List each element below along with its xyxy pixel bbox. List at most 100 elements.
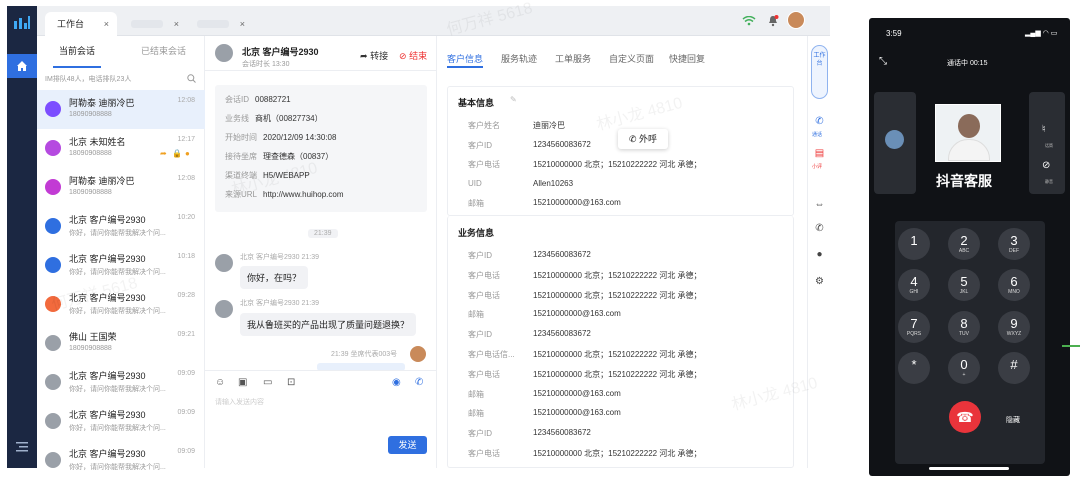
tab-close-icon[interactable]: × [104, 12, 109, 36]
call-icon[interactable]: ✆ [415, 377, 423, 388]
key-digit: 9 [1010, 316, 1018, 331]
keypad-key[interactable]: 3 DEF [998, 228, 1030, 260]
conversation-preview: 你好，请问你能帮我解决个问... [69, 464, 166, 471]
outbound-call-button[interactable]: ✆ 外呼 [618, 129, 668, 149]
chat-bubble-icon[interactable]: ● [813, 249, 826, 262]
list-item[interactable]: 北京 客户编号2930 你好，请问你能帮我解决个问... 09:09 [37, 402, 205, 441]
keypad-key[interactable]: 2 ABC [948, 228, 980, 260]
queue-status: IM排队48人，电话排队23人 [45, 76, 132, 83]
bell-icon[interactable] [767, 15, 779, 27]
menu-icon[interactable] [16, 442, 28, 452]
tab-current-conversations[interactable]: 当前会话 [59, 44, 95, 57]
transfer-icon[interactable]: ➦ [160, 149, 167, 158]
channel-icon [45, 413, 61, 429]
review-icon[interactable]: ▤ [813, 148, 826, 161]
phone-panel-icon[interactable]: ✆ [813, 116, 826, 129]
keypad-key[interactable]: 5 JKL [948, 269, 980, 301]
conversation-preview: 你好，请问你能帮我解决个问... [69, 308, 166, 315]
send-button[interactable]: 发送 [388, 436, 427, 454]
key-digit: 7 [910, 316, 918, 331]
conversation-name: 北京 客户编号2930 [69, 449, 146, 459]
list-item[interactable]: 阿勒泰 迪丽冷巴 18090908888 12:08 [37, 90, 205, 129]
phone-icon: ✆ [628, 134, 637, 144]
keypad-key[interactable]: 1 [898, 228, 930, 260]
home-nav-button[interactable] [7, 54, 37, 78]
workbench-toggle-button[interactable]: 工作台 [811, 45, 828, 99]
channel-icon [45, 101, 61, 117]
tab-workbench[interactable]: 工作台 × [45, 12, 117, 36]
image-icon[interactable]: ▣ [238, 377, 247, 388]
conversation-name: 北京 客户编号2930 [69, 410, 146, 420]
conversation-time: 09:09 [177, 448, 195, 455]
field-value: 15210000000 北京；15210222222 河北 承德； [533, 290, 702, 300]
microphone-icon[interactable]: ♮ [1042, 124, 1046, 135]
quick-reply-icon[interactable]: ◉ [392, 377, 401, 388]
callback-icon[interactable]: ✆ [813, 223, 826, 236]
tab-custom-page[interactable]: 自定义页面 [609, 52, 654, 65]
list-item[interactable]: 阿勒泰 迪丽冷巴 18090908888 12:08 [37, 168, 205, 207]
home-icon [17, 61, 27, 71]
transfer-arrows-icon[interactable]: ⇔ [813, 199, 826, 212]
tab-ticket-service[interactable]: 工单服务 [555, 52, 591, 65]
list-item[interactable]: 北京 客户编号2930 你好，请问你能帮我解决个问... 09:09 [37, 441, 205, 480]
keypad-key[interactable]: 0 + [948, 352, 980, 384]
key-digit: 5 [960, 274, 968, 289]
list-item[interactable]: 北京 客户编号2930 你好，请问你能帮我解决个问... 09:09 [37, 363, 205, 402]
settings-gear-icon[interactable]: ⚙ [813, 276, 826, 289]
keypad-key[interactable]: # [998, 352, 1030, 384]
phone-time: 3:59 [886, 29, 902, 38]
lock-icon[interactable]: 🔒 [172, 149, 182, 158]
conversation-time: 09:09 [177, 370, 195, 377]
session-info-value: 商机（00827734） [255, 114, 323, 123]
keypad-key[interactable]: * [898, 352, 930, 384]
hangup-button[interactable]: ☎ [949, 401, 981, 433]
search-icon[interactable] [187, 74, 196, 83]
field-label: 客户电话 [468, 449, 500, 458]
folder-icon[interactable]: ▭ [263, 377, 272, 388]
tab-quick-reply[interactable]: 快捷回复 [669, 52, 705, 65]
signal-icon: ▂▄▆ ◠ ▭ [1025, 30, 1058, 37]
keypad-key[interactable]: 8 TUV [948, 311, 980, 343]
field-value: 15210000000@163.com [533, 309, 621, 319]
keypad-key[interactable]: 4 GHI [898, 269, 930, 301]
avatar[interactable] [787, 11, 805, 29]
end-button[interactable]: ⊘ 结束 [399, 49, 427, 62]
session-info-key: 会话ID [225, 95, 249, 104]
edit-icon[interactable]: ✎ [510, 95, 517, 104]
list-item[interactable]: 佛山 王国荣 18090908888 09:21 [37, 324, 205, 363]
message-avatar [215, 300, 233, 318]
conversation-name: 北京 未知姓名 [69, 137, 126, 147]
conversation-preview: 你好，请问你能帮我解决个问... [69, 230, 166, 237]
minimize-icon[interactable]: ⤡ [879, 56, 887, 67]
emoji-icon[interactable]: ☺ [215, 377, 225, 388]
keypad-key[interactable]: 7 PQRS [898, 311, 930, 343]
channel-icon [45, 179, 61, 195]
agent-avatar [410, 346, 426, 362]
list-item[interactable]: 北京 客户编号2930 你好，请问你能帮我解决个问... 10:20 [37, 207, 205, 246]
list-item[interactable]: 北京 未知姓名 18090908888 12:17 ➦ 🔒 ● [37, 129, 205, 168]
conversation-preview: 你好，请问你能帮我解决个问... [69, 425, 166, 432]
tab-customer-info[interactable]: 客户信息 [447, 52, 483, 65]
tab-close-icon[interactable]: × [240, 12, 245, 36]
transfer-button[interactable]: ➦ 转接 [360, 49, 388, 62]
edge-accent [1062, 345, 1080, 347]
mute-icon[interactable]: ⊘ [1042, 160, 1050, 171]
message-input[interactable]: 请输入发送内容 [215, 397, 425, 437]
keypad-key[interactable]: 9 WXYZ [998, 311, 1030, 343]
keypad-key[interactable]: 6 MNO [998, 269, 1030, 301]
tab-service-track[interactable]: 服务轨迹 [501, 52, 537, 65]
pip-avatar [885, 130, 904, 149]
key-digit: 4 [910, 274, 918, 289]
screenshot-icon[interactable]: ⊡ [287, 377, 295, 388]
group-icon[interactable]: ● [185, 149, 190, 158]
channel-icon [45, 218, 61, 234]
key-letters: MNO [1008, 289, 1020, 295]
key-letters: JKL [959, 289, 969, 295]
hide-keypad-button[interactable]: 隐藏 [1006, 415, 1020, 425]
tab-ended-conversations[interactable]: 已结束会话 [141, 44, 186, 57]
tab-close-icon[interactable]: × [174, 12, 179, 36]
session-info-value: http://www.huihop.com [263, 190, 344, 199]
tab-blurred-1[interactable]: × [121, 12, 187, 36]
tab-blurred-2[interactable]: × [187, 12, 253, 36]
tab-bar: 工作台 × × × [37, 6, 830, 36]
